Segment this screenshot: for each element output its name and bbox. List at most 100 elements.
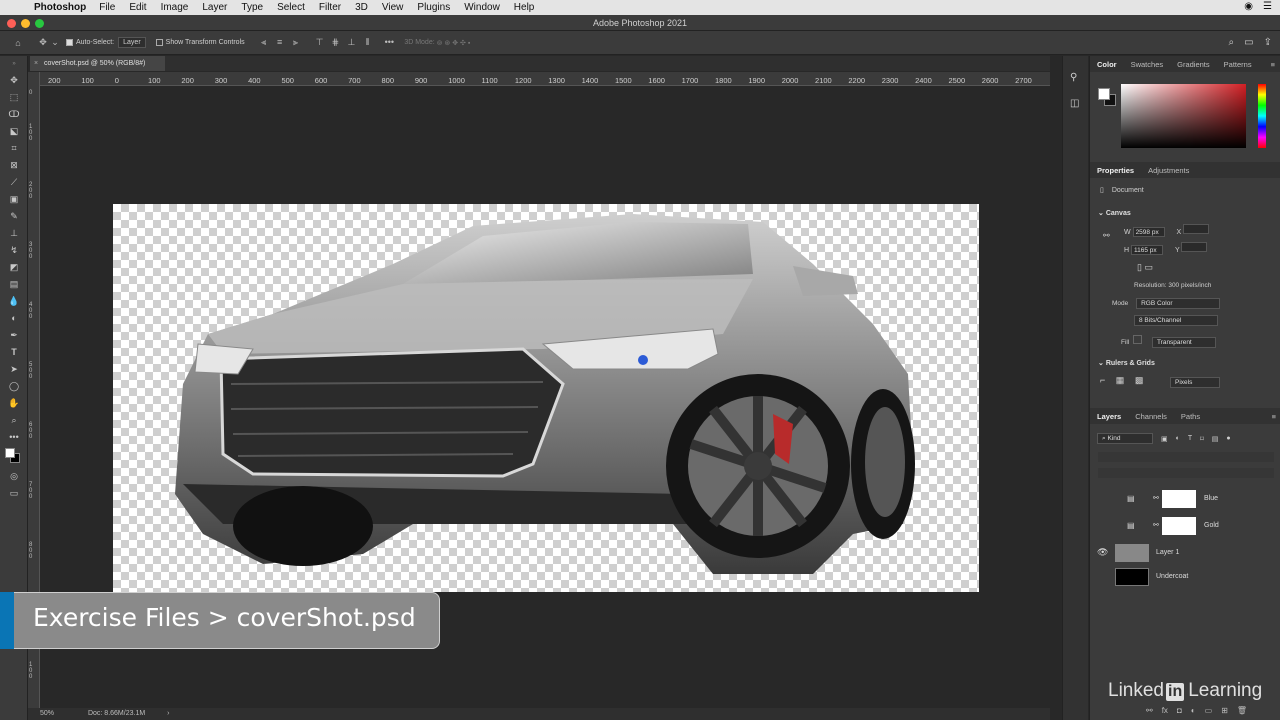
foreground-color[interactable] [5, 448, 15, 458]
layer-row-gold[interactable]: ▤ ⚯ Gold [1090, 514, 1280, 538]
edit-toolbar-icon[interactable]: ••• [0, 429, 28, 446]
menu-plugins[interactable]: Plugins [417, 2, 450, 13]
menu-edit[interactable]: Edit [129, 2, 146, 13]
hue-slider[interactable] [1258, 84, 1266, 148]
tab-layers[interactable]: Layers [1097, 412, 1121, 421]
gradient-tool-icon[interactable]: ▤ [0, 276, 28, 293]
color-field[interactable] [1121, 84, 1246, 148]
canvas-section[interactable]: ⌄ Canvas [1098, 209, 1131, 217]
align-bottom-icon[interactable]: ⊥ [344, 37, 358, 48]
grid-icon[interactable]: ▦ [1116, 375, 1125, 385]
landscape-icon[interactable]: ▭ [1144, 262, 1153, 272]
hand-tool-icon[interactable]: ✋ [0, 395, 28, 412]
blur-tool-icon[interactable]: 💧 [0, 293, 28, 310]
workspace-icon[interactable]: ▭ [1244, 37, 1253, 48]
move-tool-icon[interactable]: ✥ [36, 37, 50, 48]
history-brush-icon[interactable]: ↯ [0, 242, 28, 259]
tab-adjustments[interactable]: Adjustments [1148, 166, 1189, 175]
tab-color[interactable]: Color [1097, 60, 1117, 69]
mode-dropdown[interactable]: RGB Color [1136, 298, 1221, 309]
tab-swatches[interactable]: Swatches [1131, 60, 1164, 69]
menu-help[interactable]: Help [514, 2, 535, 13]
chevron-down-icon[interactable]: ⌄ [50, 37, 60, 48]
adjustment-icon[interactable]: ◐ [1191, 706, 1196, 715]
align-top-icon[interactable]: ⊤ [313, 37, 327, 48]
collapse-toolbar-icon[interactable]: » [0, 56, 28, 72]
ellipse-tool-icon[interactable]: ◯ [0, 378, 28, 395]
pen-tool-icon[interactable]: ✒ [0, 327, 28, 344]
layer-name[interactable]: Undercoat [1156, 573, 1188, 580]
share-icon[interactable]: ⇪ [1264, 37, 1272, 48]
auto-select-dropdown[interactable]: Layer [118, 37, 146, 48]
bits-dropdown[interactable]: 8 Bits/Channel [1134, 315, 1218, 326]
y-field[interactable] [1181, 242, 1208, 252]
more-options-icon[interactable]: ••• [382, 37, 396, 47]
ruler-horizontal[interactable]: 200 100 0 100 200 300 400 500 600 700 800 900 1000 11… [40, 72, 1050, 86]
move-tool-icon[interactable]: ✥ [0, 72, 28, 89]
home-icon[interactable]: ⌂ [0, 38, 36, 48]
menu-select[interactable]: Select [277, 2, 305, 13]
add-mask-icon[interactable]: ◘ [1177, 706, 1182, 715]
rulers-grids-section[interactable]: ⌄ Rulers & Grids [1098, 359, 1155, 367]
document-tab[interactable]: × coverShot.psd @ 50% (RGB/8#) [30, 56, 165, 71]
eraser-tool-icon[interactable]: ◩ [0, 259, 28, 276]
fill-dropdown[interactable]: Transparent [1151, 337, 1216, 348]
frame-tool-icon[interactable]: ⊠ [0, 157, 28, 174]
crop-tool-icon[interactable]: ⌗ [0, 140, 28, 157]
link-layers-icon[interactable]: ⚯ [1146, 706, 1153, 715]
quick-mask-icon[interactable]: ◎ [0, 468, 28, 485]
stamp-tool-icon[interactable]: ⊥ [0, 225, 28, 242]
close-window-icon[interactable] [7, 19, 16, 28]
zoom-window-icon[interactable] [35, 19, 44, 28]
guides-icon[interactable]: ▩ [1135, 375, 1144, 385]
filter-toggle-icon[interactable]: ● [1226, 435, 1230, 442]
link-icon[interactable]: ⚯ [1103, 231, 1110, 240]
layer-row-undercoat[interactable]: Undercoat [1090, 565, 1280, 589]
filter-type-icon[interactable]: T [1188, 435, 1192, 442]
layer-mask-thumbnail[interactable] [1162, 517, 1196, 535]
tab-patterns[interactable]: Patterns [1224, 60, 1252, 69]
tab-properties[interactable]: Properties [1097, 166, 1134, 175]
distribute-icon[interactable]: ⦀ [360, 37, 374, 48]
layer-row-blue[interactable]: ▤ ⚯ Blue [1090, 487, 1280, 511]
filter-adjustment-icon[interactable]: ◐ [1176, 435, 1180, 442]
filter-kind-dropdown[interactable]: ⌕ Kind [1097, 433, 1153, 444]
menu-image[interactable]: Image [161, 2, 189, 13]
show-transform-checkbox[interactable] [155, 39, 163, 46]
panel-menu-icon[interactable]: ≡ [1271, 60, 1275, 69]
panel-menu-icon[interactable]: ≡ [1272, 412, 1276, 421]
chevron-right-icon[interactable]: › [167, 710, 169, 717]
menu-layer[interactable]: Layer [202, 2, 227, 13]
filter-shape-icon[interactable]: ⌑ [1200, 435, 1204, 443]
layer-name[interactable]: Layer 1 [1156, 549, 1179, 556]
layer-thumbnail[interactable] [1115, 544, 1149, 562]
healing-tool-icon[interactable]: ▣ [0, 191, 28, 208]
new-group-icon[interactable]: ▭ [1205, 706, 1213, 715]
fill-swatch[interactable] [1133, 335, 1143, 344]
menu-3d[interactable]: 3D [355, 2, 368, 13]
tab-channels[interactable]: Channels [1135, 412, 1167, 421]
menu-filter[interactable]: Filter [319, 2, 341, 13]
history-panel-icon[interactable]: ⚲ [1070, 72, 1077, 83]
app-menu[interactable]: Photoshop [34, 2, 86, 13]
type-tool-icon[interactable]: T [0, 344, 28, 361]
record-icon[interactable]: ◉ [1244, 1, 1253, 12]
zoom-level[interactable]: 50% [40, 710, 54, 717]
link-icon[interactable]: ⚯ [1153, 521, 1159, 529]
menu-type[interactable]: Type [241, 2, 263, 13]
filter-smart-icon[interactable]: ▤ [1212, 435, 1219, 443]
filter-pixel-icon[interactable]: ▣ [1161, 435, 1168, 443]
new-layer-icon[interactable]: ⊞ [1221, 706, 1228, 715]
dodge-tool-icon[interactable]: ◐ [0, 310, 28, 327]
lasso-tool-icon[interactable]: ↀ [0, 106, 28, 123]
fx-icon[interactable]: fx [1162, 706, 1168, 715]
link-icon[interactable]: ⚯ [1153, 494, 1159, 502]
x-field[interactable] [1183, 224, 1210, 234]
foreground-swatch[interactable] [1098, 88, 1110, 100]
color-swatches[interactable] [0, 446, 27, 468]
auto-select-checkbox[interactable] [66, 39, 73, 46]
layer-thumbnail[interactable] [1115, 568, 1149, 586]
layer-name[interactable]: Gold [1204, 522, 1219, 529]
zoom-tool-icon[interactable]: ⌕ [0, 412, 28, 429]
height-field[interactable]: 1165 px [1131, 245, 1164, 255]
